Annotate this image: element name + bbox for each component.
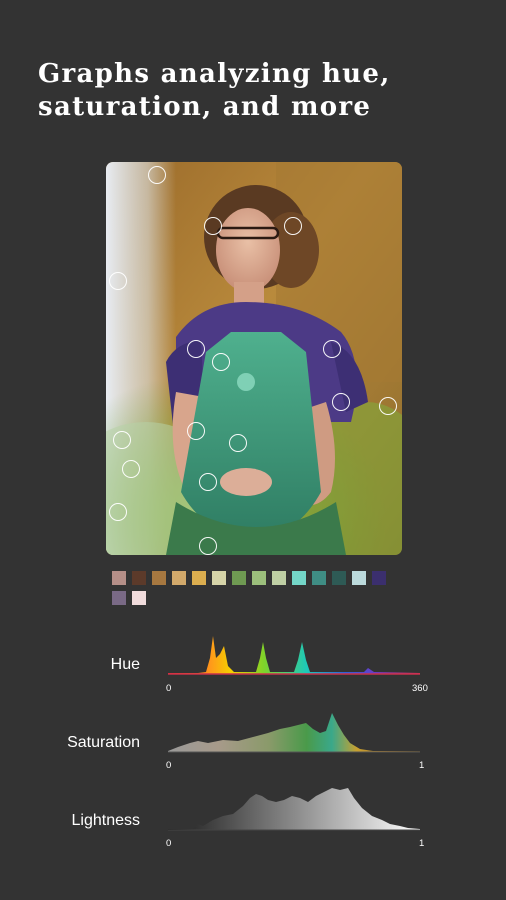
color-sample-marker[interactable] — [199, 537, 217, 555]
color-sample-marker[interactable] — [199, 473, 217, 491]
palette-swatch[interactable] — [332, 571, 346, 585]
color-sample-marker[interactable] — [332, 393, 350, 411]
palette-swatch[interactable] — [172, 571, 186, 585]
painting-artwork — [106, 162, 402, 555]
lightness-axis-min: 0 — [166, 838, 172, 849]
lightness-histogram — [168, 788, 420, 831]
color-sample-marker[interactable] — [187, 422, 205, 440]
saturation-axis-min: 0 — [166, 760, 172, 771]
palette-swatch[interactable] — [232, 571, 246, 585]
hue-histogram — [168, 636, 420, 675]
color-sample-marker[interactable] — [113, 431, 131, 449]
lightness-axis-max: 1 — [419, 838, 425, 849]
palette-swatch[interactable] — [112, 591, 126, 605]
hue-axis-min: 0 — [166, 683, 172, 694]
lightness-graph-label: Lightness — [71, 812, 141, 829]
saturation-histogram — [168, 713, 420, 753]
color-sample-marker[interactable] — [284, 217, 302, 235]
color-sample-marker[interactable] — [379, 397, 397, 415]
headline-line-1: Graphs analyzing hue, — [38, 59, 391, 89]
palette-swatch[interactable] — [212, 571, 226, 585]
color-sample-marker[interactable] — [229, 434, 247, 452]
palette-swatch[interactable] — [152, 571, 166, 585]
color-sample-marker[interactable] — [148, 166, 166, 184]
palette-swatch[interactable] — [292, 571, 306, 585]
palette-swatch[interactable] — [132, 571, 146, 585]
palette-swatch[interactable] — [372, 571, 386, 585]
palette-swatch[interactable] — [312, 571, 326, 585]
color-sample-marker[interactable] — [122, 460, 140, 478]
saturation-axis-max: 1 — [419, 760, 425, 771]
palette-swatch[interactable] — [192, 571, 206, 585]
saturation-graph-label: Saturation — [67, 734, 140, 751]
headline: Graphs analyzing hue, saturation, and mo… — [38, 58, 478, 124]
palette-swatch[interactable] — [272, 571, 286, 585]
color-sample-marker[interactable] — [323, 340, 341, 358]
headline-line-2: saturation, and more — [38, 92, 372, 122]
painting-image — [106, 162, 402, 555]
palette-swatch[interactable] — [252, 571, 266, 585]
color-sample-marker[interactable] — [212, 353, 230, 371]
color-sample-marker[interactable] — [204, 217, 222, 235]
palette-swatch[interactable] — [112, 571, 126, 585]
color-sample-marker[interactable] — [187, 340, 205, 358]
hue-axis-max: 360 — [412, 683, 428, 694]
color-sample-marker[interactable] — [109, 503, 127, 521]
palette-swatch[interactable] — [132, 591, 146, 605]
palette-swatch[interactable] — [352, 571, 366, 585]
hue-graph-label: Hue — [110, 656, 140, 673]
color-sample-marker[interactable] — [109, 272, 127, 290]
